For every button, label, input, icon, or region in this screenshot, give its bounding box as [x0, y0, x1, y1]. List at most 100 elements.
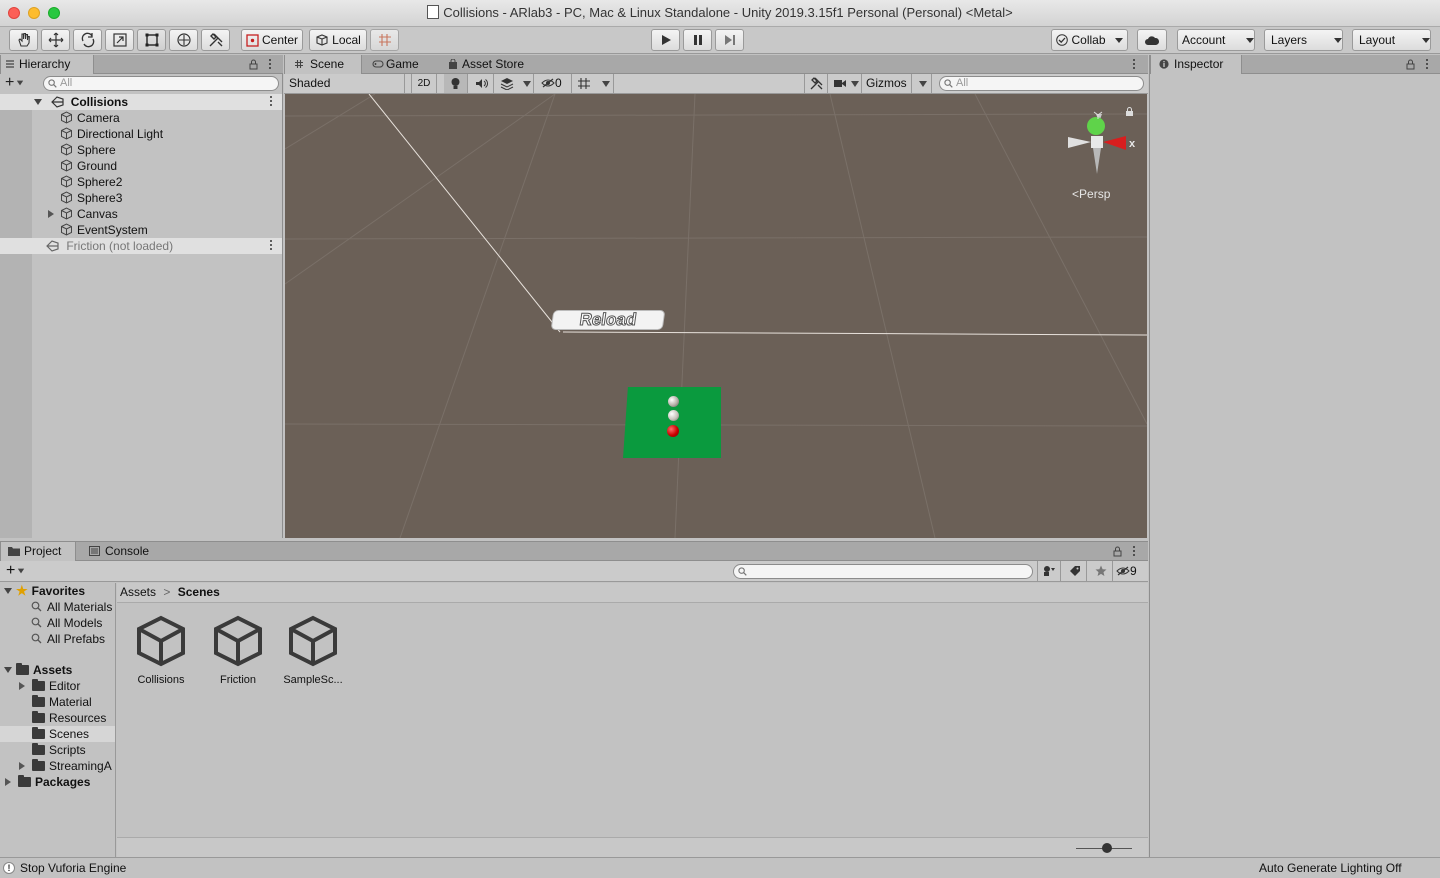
status-message[interactable]: Stop Vuforia Engine	[20, 858, 126, 878]
expand-caret-icon[interactable]	[34, 99, 42, 105]
rotate-tool-button[interactable]	[73, 29, 102, 51]
icon-size-slider-thumb[interactable]	[1102, 843, 1112, 853]
collab-dropdown[interactable]: Collab	[1051, 29, 1128, 51]
projection-toggle[interactable]: <Persp	[1072, 187, 1110, 201]
lock-icon[interactable]	[249, 59, 258, 70]
toggle-2d-button[interactable]: 2D	[411, 74, 437, 93]
lighting-toggle[interactable]	[444, 74, 468, 93]
project-create-plus-icon[interactable]: +	[6, 562, 25, 580]
search-by-label-button[interactable]	[1063, 561, 1087, 581]
assets-folder-editor[interactable]: Editor	[19, 678, 80, 694]
favorites-item-all-models[interactable]: All Models	[31, 615, 102, 631]
reload-button[interactable]: Reload	[550, 310, 666, 330]
tab-inspector[interactable]: Inspector	[1150, 55, 1242, 74]
scale-tool-button[interactable]	[105, 29, 134, 51]
step-button[interactable]	[715, 29, 744, 51]
hierarchy-item-eventsystem[interactable]: EventSystem	[60, 222, 148, 238]
sphere-white-top[interactable]	[668, 396, 679, 407]
camera-settings-dropdown[interactable]	[830, 74, 862, 93]
scene-menu-icon[interactable]	[1133, 59, 1136, 70]
expand-caret-icon[interactable]	[48, 210, 54, 218]
cloud-services-button[interactable]	[1137, 29, 1167, 51]
assets-folder-streaming-assets[interactable]: StreamingA	[19, 758, 112, 774]
tab-hierarchy[interactable]: Hierarchy	[0, 55, 94, 74]
create-plus-icon[interactable]: +	[5, 75, 24, 91]
lock-icon[interactable]	[1406, 59, 1415, 70]
scene-asset-samplescene[interactable]: SampleSc...	[279, 615, 347, 686]
move-tool-button[interactable]	[41, 29, 70, 51]
lighting-status[interactable]: Auto Generate Lighting Off	[1259, 858, 1402, 878]
tab-project[interactable]: Project	[0, 542, 76, 561]
favorites-header[interactable]: ★ Favorites	[4, 583, 85, 599]
assets-header[interactable]: Assets	[4, 662, 72, 678]
play-button[interactable]	[651, 29, 680, 51]
account-dropdown[interactable]: Account	[1177, 29, 1255, 51]
favorites-star-button[interactable]	[1089, 561, 1113, 581]
minimize-window-button[interactable]	[28, 7, 40, 19]
grid-snapping-dropdown[interactable]	[574, 74, 614, 93]
hierarchy-search-input[interactable]: All	[43, 76, 279, 91]
search-by-type-button[interactable]	[1037, 561, 1061, 581]
assets-folder-resources[interactable]: Resources	[32, 710, 106, 726]
tab-console[interactable]: Console	[85, 542, 165, 561]
hierarchy-item-canvas[interactable]: Canvas	[48, 206, 118, 222]
lock-icon[interactable]	[1113, 546, 1122, 557]
unloaded-scene-row[interactable]: Friction (not loaded)	[0, 238, 282, 254]
assets-folder-material[interactable]: Material	[32, 694, 92, 710]
hierarchy-item-sphere3[interactable]: Sphere3	[60, 190, 122, 206]
hierarchy-item-sphere2[interactable]: Sphere2	[60, 174, 122, 190]
tab-game[interactable]: Game	[368, 55, 438, 74]
snap-increment-button[interactable]	[370, 29, 399, 51]
expand-caret-icon[interactable]	[19, 682, 25, 690]
tab-asset-store[interactable]: Asset Store	[444, 55, 534, 74]
sphere-red[interactable]	[667, 425, 679, 437]
project-search-input[interactable]	[733, 564, 1033, 579]
expand-caret-icon[interactable]	[4, 588, 12, 594]
hidden-objects-toggle[interactable]: 0	[538, 74, 572, 93]
maximize-window-button[interactable]	[48, 7, 60, 19]
tab-scene[interactable]: Scene	[284, 55, 362, 74]
inspector-menu-icon[interactable]	[1426, 59, 1429, 70]
hidden-packages-toggle[interactable]: 9	[1116, 561, 1148, 581]
packages-header[interactable]: Packages	[5, 774, 90, 790]
lock-icon[interactable]	[1125, 107, 1134, 117]
favorites-item-all-materials[interactable]: All Materials	[31, 599, 112, 615]
draw-mode-dropdown[interactable]: Shaded	[285, 74, 405, 93]
scene-asset-friction[interactable]: Friction	[204, 615, 272, 686]
hierarchy-item-sphere[interactable]: Sphere	[60, 142, 116, 158]
custom-tool-button[interactable]	[201, 29, 230, 51]
scene-header-row[interactable]: Collisions	[0, 94, 282, 110]
expand-caret-icon[interactable]	[19, 762, 25, 770]
scene-tools-button[interactable]	[804, 74, 828, 93]
close-window-button[interactable]	[8, 7, 20, 19]
pivot-center-toggle[interactable]: Center	[241, 29, 303, 51]
hierarchy-item-camera[interactable]: Camera	[60, 110, 120, 126]
gizmos-dropdown[interactable]	[914, 74, 932, 93]
layout-dropdown[interactable]: Layout	[1352, 29, 1431, 51]
assets-folder-scenes[interactable]: Scenes	[0, 726, 115, 742]
scene-menu-icon[interactable]	[270, 96, 273, 107]
breadcrumb-current[interactable]: Scenes	[178, 585, 220, 599]
transform-tool-button[interactable]	[169, 29, 198, 51]
sphere-white-middle[interactable]	[668, 410, 679, 421]
hierarchy-item-ground[interactable]: Ground	[60, 158, 117, 174]
rect-tool-button[interactable]	[137, 29, 166, 51]
assets-folder-scripts[interactable]: Scripts	[32, 742, 86, 758]
pivot-local-toggle[interactable]: Local	[309, 29, 367, 51]
gizmos-button[interactable]: Gizmos	[864, 74, 912, 93]
unloaded-scene-menu-icon[interactable]	[270, 240, 273, 251]
expand-caret-icon[interactable]	[4, 667, 12, 673]
scene-viewport[interactable]: Reload x y <Persp	[285, 94, 1147, 538]
scene-orientation-gizmo[interactable]: x y <Persp	[1060, 104, 1140, 204]
hand-tool-button[interactable]	[9, 29, 38, 51]
favorites-item-all-prefabs[interactable]: All Prefabs	[31, 631, 105, 647]
pause-button[interactable]	[683, 29, 712, 51]
effects-dropdown[interactable]	[496, 74, 534, 93]
hierarchy-item-directional-light[interactable]: Directional Light	[60, 126, 163, 142]
scene-asset-collisions[interactable]: Collisions	[127, 615, 195, 686]
layers-dropdown[interactable]: Layers	[1264, 29, 1343, 51]
breadcrumb-root[interactable]: Assets	[120, 585, 156, 599]
hierarchy-menu-icon[interactable]	[269, 59, 272, 70]
scene-search-input[interactable]: All	[939, 76, 1144, 91]
audio-toggle[interactable]	[470, 74, 494, 93]
